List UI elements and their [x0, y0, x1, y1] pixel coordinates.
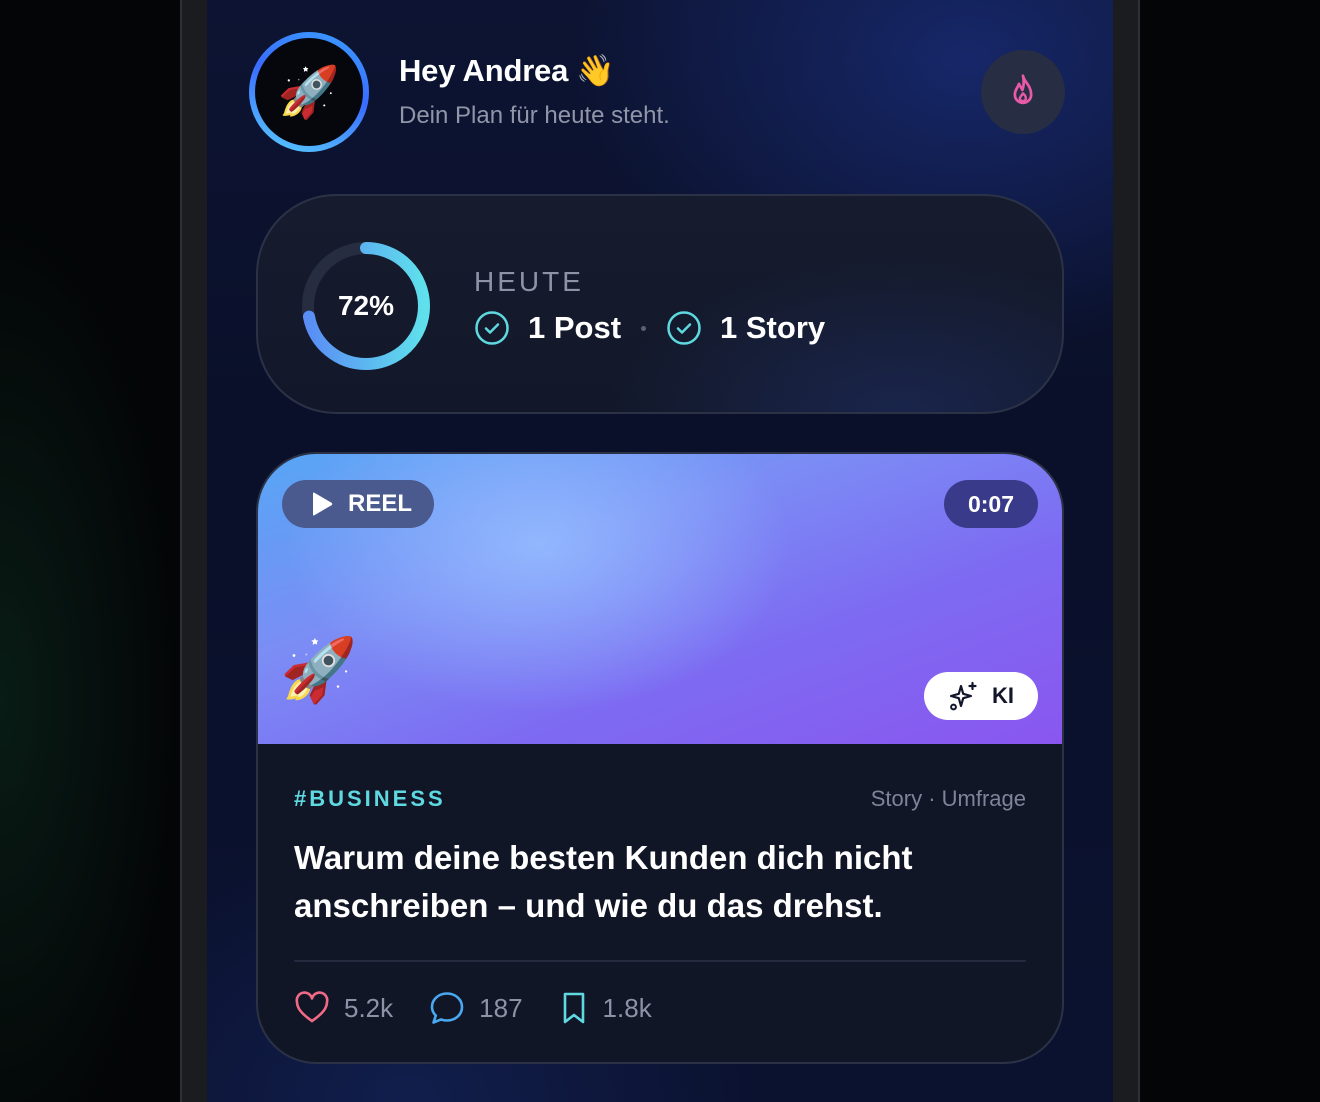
- separator-dot: [641, 325, 647, 331]
- task-label: 1 Post: [528, 310, 622, 345]
- ai-badge-label: KI: [992, 683, 1014, 708]
- today-summary-card[interactable]: 72% HEUTE 1 Post 1 Story: [256, 194, 1064, 414]
- bookmark-icon: [563, 992, 584, 1024]
- likes-count: 5.2k: [344, 992, 394, 1023]
- content-meta: Story · Umfrage: [870, 786, 1026, 811]
- reel-card[interactable]: REEL 0:07 🚀 KI #BUSINESS Story · Umfrage…: [256, 452, 1064, 1064]
- reel-preview[interactable]: REEL 0:07 🚀 KI: [258, 454, 1062, 744]
- category-tag[interactable]: #BUSINESS: [294, 786, 446, 812]
- comments-stat[interactable]: 187: [429, 990, 523, 1026]
- greeting-subtitle: Dein Plan für heute steht.: [399, 102, 670, 129]
- task-label: 1 Story: [720, 310, 826, 345]
- task-story[interactable]: 1 Story: [666, 310, 825, 346]
- heart-icon: [295, 991, 329, 1023]
- comments-count: 187: [479, 992, 523, 1023]
- flame-icon: [1013, 74, 1033, 105]
- rocket-icon: 🚀: [280, 636, 358, 705]
- play-icon: [310, 491, 334, 517]
- reel-type-badge: REEL: [282, 480, 434, 528]
- avatar[interactable]: 🚀: [249, 32, 369, 152]
- progress-percent: 72%: [337, 290, 395, 321]
- today-heading: HEUTE: [474, 266, 584, 297]
- engagement-stats: 5.2k 187 1.8k: [294, 990, 688, 1026]
- ai-badge[interactable]: KI: [924, 672, 1038, 720]
- divider: [294, 960, 1026, 962]
- background: 🚀 Hey Andrea 👋 Dein Plan für heute steht.: [0, 0, 1320, 1102]
- saves-stat[interactable]: 1.8k: [559, 991, 652, 1025]
- greeting-title: Hey Andrea 👋: [399, 52, 615, 89]
- reel-badge-label: REEL: [348, 490, 413, 517]
- sparkles-icon: [949, 681, 977, 711]
- check-circle-icon: [667, 311, 701, 345]
- avatar-emoji: 🚀: [255, 38, 363, 146]
- streak-button[interactable]: [981, 50, 1065, 134]
- reel-headline: Warum deine besten Kunden dich nicht ans…: [294, 839, 913, 924]
- comment-icon: [430, 992, 464, 1024]
- check-circle-icon: [475, 311, 509, 345]
- waving-hand-icon: 👋: [576, 53, 615, 88]
- greeting-text: Hey Andrea: [399, 53, 569, 88]
- saves-count: 1.8k: [602, 992, 652, 1023]
- today-tasks: 1 Post 1 Story: [474, 310, 825, 346]
- app-screen: 🚀 Hey Andrea 👋 Dein Plan für heute steht.: [207, 0, 1113, 1102]
- task-post[interactable]: 1 Post: [474, 310, 621, 346]
- likes-stat[interactable]: 5.2k: [294, 991, 393, 1025]
- duration-badge: 0:07: [944, 480, 1038, 528]
